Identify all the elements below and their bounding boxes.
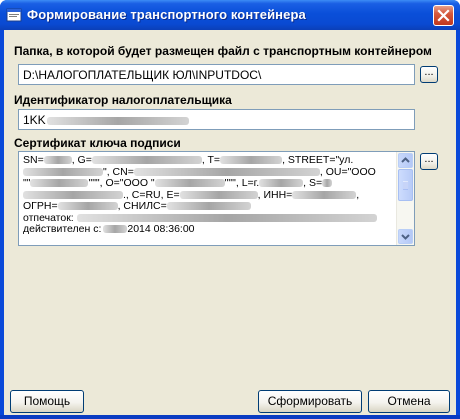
generate-button[interactable]: Сформировать bbox=[258, 390, 362, 413]
help-button[interactable]: Помощь bbox=[10, 390, 84, 413]
folder-path-value: D:\НАЛОГОПЛАТЕЛЬЩИК ЮЛ\INPUTDOC\ bbox=[23, 68, 262, 82]
scroll-down-arrow-icon bbox=[401, 234, 410, 240]
window-bottom-border bbox=[0, 415, 460, 419]
redacted-text bbox=[46, 116, 189, 125]
dialog-body: Папка, в которой будет размещен файл с т… bbox=[4, 30, 456, 415]
folder-label: Папка, в которой будет размещен файл с т… bbox=[14, 44, 432, 58]
certificate-label: Сертификат ключа подписи bbox=[14, 136, 181, 150]
scroll-thumb[interactable] bbox=[398, 169, 413, 201]
cancel-button[interactable]: Отмена bbox=[368, 390, 450, 413]
window-title: Формирование транспортного контейнера bbox=[27, 7, 306, 22]
certificate-scrollbar[interactable] bbox=[396, 152, 414, 245]
folder-path-field[interactable]: D:\НАЛОГОПЛАТЕЛЬЩИК ЮЛ\INPUTDOC\ bbox=[18, 64, 415, 85]
close-button[interactable] bbox=[433, 5, 454, 26]
certificate-text-area[interactable]: SN=, G=, T=, STREET="ул. ", CN=, OU="ООО… bbox=[18, 151, 415, 246]
app-window-icon bbox=[6, 8, 22, 22]
cert-line: ОГРН=, СНИЛС= bbox=[23, 200, 395, 213]
taxpayer-id-field[interactable]: 1KK bbox=[18, 109, 415, 130]
title-bar[interactable]: Формирование транспортного контейнера bbox=[0, 0, 460, 30]
taxpayer-id-label: Идентификатор налогоплательщика bbox=[14, 93, 232, 107]
scroll-up-arrow-icon bbox=[401, 157, 410, 163]
scroll-up-button[interactable] bbox=[398, 153, 413, 168]
close-icon bbox=[437, 9, 450, 22]
dialog-window: Формирование транспортного контейнера Па… bbox=[0, 0, 460, 419]
cert-line: действителен с: 2014 08:36:00 bbox=[23, 223, 195, 235]
cert-line: "" """, O="ООО " """, L=г., S= bbox=[23, 177, 395, 190]
browse-folder-button[interactable]: ... bbox=[420, 66, 438, 83]
grip-icon bbox=[403, 181, 408, 190]
taxpayer-id-prefix: 1KK bbox=[23, 113, 46, 127]
browse-certificate-button[interactable]: ... bbox=[420, 153, 438, 170]
cert-line: ", CN=, OU="ООО bbox=[23, 166, 395, 179]
scroll-down-button[interactable] bbox=[398, 229, 413, 244]
cert-line: ., C=RU, E=, ИНН=, bbox=[23, 189, 395, 202]
